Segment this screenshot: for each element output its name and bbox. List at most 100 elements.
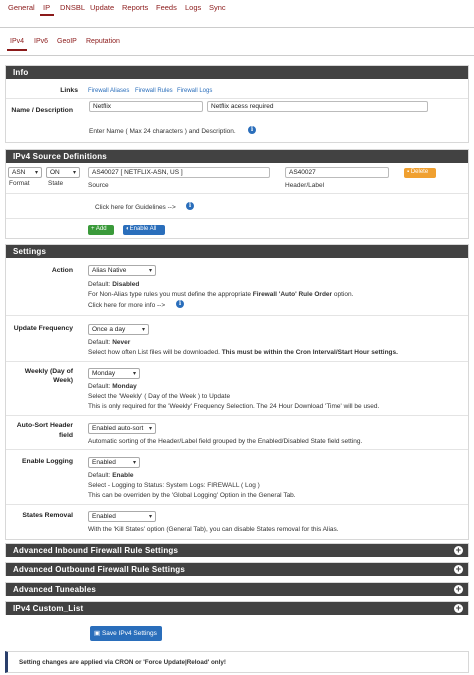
source-panel-title: IPv4 Source Definitions bbox=[6, 150, 468, 163]
info-panel-title: Info bbox=[6, 66, 468, 79]
states-removal-value: Enabled bbox=[92, 513, 116, 520]
action-help-1-bold: Firewall 'Auto' Rule Order bbox=[252, 291, 333, 298]
link-firewall-logs[interactable]: Firewall Logs bbox=[177, 88, 212, 94]
format-select[interactable]: ASN ▾ bbox=[8, 167, 42, 178]
logging-default-prefix: Default: bbox=[88, 472, 111, 479]
top-nav-divider bbox=[0, 27, 474, 28]
tab-reports[interactable]: Reports bbox=[122, 3, 148, 12]
source-row-divider-2 bbox=[6, 218, 468, 219]
tab-feeds[interactable]: Feeds bbox=[156, 3, 177, 12]
chevron-down-icon: ▾ bbox=[72, 170, 76, 176]
state-select[interactable]: ON ▾ bbox=[46, 167, 80, 178]
trash-icon: ▪ bbox=[407, 169, 410, 175]
save-button[interactable]: ▣ Save IPv4 Settings bbox=[90, 626, 162, 641]
update-frequency-select[interactable]: Once a day ▾ bbox=[88, 324, 149, 335]
action-select-value: Alias Native bbox=[92, 267, 127, 274]
description-input[interactable]: Netflix acess required bbox=[207, 101, 428, 112]
enable-logging-select[interactable]: Enabled ▾ bbox=[88, 457, 140, 468]
link-firewall-aliases[interactable]: Firewall Aliases bbox=[88, 88, 129, 94]
advanced-tuneables-title: Advanced Tuneables bbox=[13, 585, 97, 594]
delete-button[interactable]: ▪ Delete bbox=[404, 168, 436, 178]
weekly-default-prefix: Default: bbox=[88, 383, 111, 390]
auto-sort-select[interactable]: Enabled auto-sort ▾ bbox=[88, 423, 156, 434]
source-label: Source bbox=[88, 182, 109, 189]
weekly-default: Default: Monday bbox=[88, 383, 137, 390]
tab-dnsbl[interactable]: DNSBL bbox=[60, 3, 85, 12]
save-button-label: Save IPv4 Settings bbox=[101, 630, 157, 637]
tab-ip[interactable]: IP bbox=[43, 3, 50, 12]
more-info-link[interactable]: Click here for more info --> bbox=[88, 302, 165, 309]
guidelines-link[interactable]: Click here for Guidelines --> bbox=[95, 204, 176, 211]
states-removal-select[interactable]: Enabled ▾ bbox=[88, 511, 156, 522]
settings-panel-title: Settings bbox=[6, 245, 468, 258]
chevron-down-icon: ▾ bbox=[148, 268, 152, 274]
sub-nav: IPv4 IPv6 GeoIP Reputation bbox=[0, 36, 474, 52]
plus-circle-icon[interactable]: + bbox=[454, 585, 463, 594]
subtab-ipv4[interactable]: IPv4 bbox=[10, 38, 24, 45]
subtab-reputation[interactable]: Reputation bbox=[86, 38, 120, 45]
action-default-value: Disabled bbox=[112, 281, 140, 288]
link-firewall-rules[interactable]: Firewall Rules bbox=[135, 88, 173, 94]
auto-sort-label-2: field bbox=[59, 432, 73, 439]
action-help-1-post: option. bbox=[333, 291, 354, 298]
plus-circle-icon[interactable]: + bbox=[454, 604, 463, 613]
logging-help-1: Select - Logging to Status: System Logs:… bbox=[88, 482, 260, 489]
settings-row-divider bbox=[6, 315, 468, 316]
tab-sync[interactable]: Sync bbox=[209, 3, 226, 12]
name-description-label: Name / Description bbox=[11, 107, 73, 114]
settings-row-divider bbox=[6, 504, 468, 505]
chevron-down-icon: ▾ bbox=[34, 170, 38, 176]
footer-note: Setting changes are applied via CRON or … bbox=[5, 651, 469, 673]
logging-default-value: Enable bbox=[112, 472, 134, 479]
subtab-geoip[interactable]: GeoIP bbox=[57, 38, 77, 45]
chevron-down-icon: ▾ bbox=[132, 460, 136, 466]
action-default: Default: Disabled bbox=[88, 281, 139, 288]
advanced-inbound-panel[interactable]: Advanced Inbound Firewall Rule Settings + bbox=[5, 543, 469, 557]
tab-update[interactable]: Update bbox=[90, 3, 114, 12]
update-frequency-default-value: Never bbox=[112, 339, 131, 346]
name-hint: Enter Name ( Max 24 characters ) and Des… bbox=[89, 128, 236, 135]
tab-logs[interactable]: Logs bbox=[185, 3, 201, 12]
advanced-outbound-panel[interactable]: Advanced Outbound Firewall Rule Settings… bbox=[5, 562, 469, 576]
weekly-default-value: Monday bbox=[112, 383, 137, 390]
update-frequency-label: Update Frequency bbox=[13, 325, 73, 332]
plus-circle-icon[interactable]: + bbox=[454, 546, 463, 555]
subtab-ipv6[interactable]: IPv6 bbox=[34, 38, 48, 45]
tab-general[interactable]: General bbox=[8, 3, 35, 12]
top-nav: General IP DNSBL Update Reports Feeds Lo… bbox=[0, 0, 474, 16]
add-button[interactable]: + Add bbox=[88, 225, 114, 235]
plus-icon: + bbox=[91, 226, 95, 232]
advanced-tuneables-panel[interactable]: Advanced Tuneables + bbox=[5, 582, 469, 596]
header-label-input[interactable]: AS40027 bbox=[285, 167, 389, 178]
info-icon[interactable]: i bbox=[248, 126, 256, 134]
action-default-prefix: Default: bbox=[88, 281, 111, 288]
enable-logging-label: Enable Logging bbox=[22, 458, 73, 465]
subtab-ipv4-underline bbox=[7, 49, 27, 51]
info-panel: Info Links Firewall Aliases Firewall Rul… bbox=[5, 65, 469, 143]
update-frequency-help-bold: This must be within the Cron Interval/St… bbox=[221, 349, 398, 356]
chevron-down-icon: ▾ bbox=[132, 371, 136, 377]
state-select-value: ON bbox=[50, 169, 60, 176]
name-input[interactable]: Netflix bbox=[89, 101, 203, 112]
states-removal-help: With the 'Kill States' option (General T… bbox=[88, 526, 339, 533]
advanced-inbound-title: Advanced Inbound Firewall Rule Settings bbox=[13, 546, 179, 555]
auto-sort-help: Automatic sorting of the Header/Label fi… bbox=[88, 438, 363, 445]
info-row-divider bbox=[6, 98, 468, 99]
weekly-select[interactable]: Monday ▾ bbox=[88, 368, 140, 379]
enable-all-button[interactable]: ◐Enable All bbox=[123, 225, 165, 235]
custom-list-title: IPv4 Custom_List bbox=[13, 604, 84, 613]
action-select[interactable]: Alias Native ▾ bbox=[88, 265, 156, 276]
settings-panel: Settings Action Alias Native ▾ Default: D… bbox=[5, 244, 469, 540]
advanced-outbound-title: Advanced Outbound Firewall Rule Settings bbox=[13, 565, 186, 574]
action-help-1-pre: For Non-Alias type rules you must define… bbox=[88, 291, 251, 298]
plus-circle-icon[interactable]: + bbox=[454, 565, 463, 574]
update-frequency-help-pre: Select how often List files will be down… bbox=[88, 349, 220, 356]
action-label: Action bbox=[51, 267, 73, 274]
info-icon[interactable]: i bbox=[176, 300, 184, 308]
info-icon[interactable]: i bbox=[186, 202, 194, 210]
weekly-help-2: This is only required for the 'Weekly' F… bbox=[88, 403, 380, 410]
settings-row-divider bbox=[6, 449, 468, 450]
custom-list-panel[interactable]: IPv4 Custom_List + bbox=[5, 601, 469, 615]
source-input[interactable]: AS40027 [ NETFLIX-ASN, US ] bbox=[88, 167, 270, 178]
tab-ip-underline bbox=[40, 14, 54, 16]
